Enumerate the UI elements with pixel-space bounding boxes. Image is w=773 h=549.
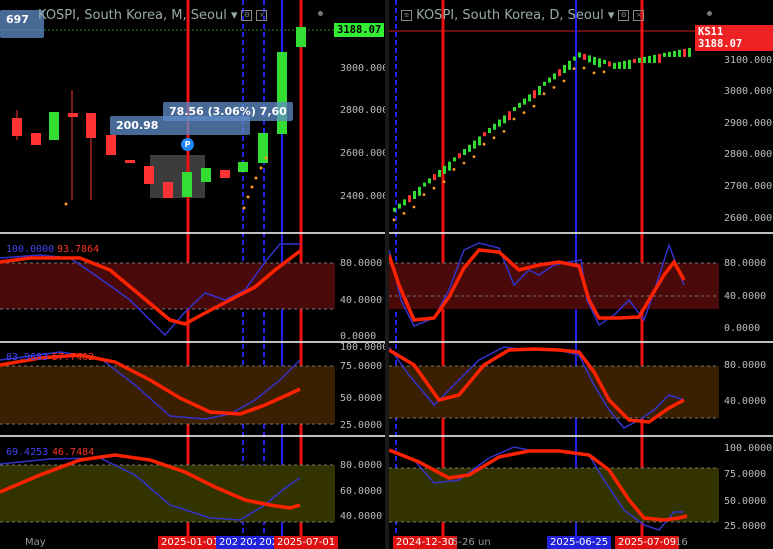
monthly-chart-pane[interactable]: 697 KOSPI, South Korea, M, Seoul ▾ ⚙ × 318…	[0, 0, 385, 549]
osc3-value-red: 46.7484	[52, 447, 95, 458]
chevron-down-icon[interactable]: ▾	[608, 8, 615, 23]
y-tick: 2600.000	[724, 213, 773, 224]
osc1-zone	[0, 263, 335, 309]
osc3-zone	[0, 465, 335, 522]
osc3-tick: 50.0000	[724, 496, 767, 507]
y-tick: 3000.000	[340, 63, 385, 74]
daily-chart-canvas[interactable]	[389, 0, 773, 549]
y-tick: 3100.000	[724, 55, 773, 66]
selection-box	[150, 155, 205, 198]
monthly-chart-title[interactable]: KOSPI, South Korea, M, Seoul ▾ ⚙ ×	[38, 8, 268, 23]
date-marker-blue: 2025-06-25	[547, 536, 612, 549]
x-label: un	[478, 537, 491, 548]
osc3-tick: 80.0000	[340, 460, 383, 471]
y-tick: 3000.000	[724, 86, 773, 97]
osc1-tick: 80.0000	[724, 258, 767, 269]
osc2-value-red: 57.7462	[52, 352, 95, 363]
osc1-tick: 40.0000	[340, 295, 383, 306]
chevron-down-icon[interactable]: ▾	[231, 8, 238, 23]
p-marker-icon[interactable]: P	[181, 138, 194, 151]
date-marker-red: 2025-07-01	[274, 536, 339, 549]
osc1-tick: 80.0000	[340, 258, 383, 269]
osc3-value-blue: 69.4253	[6, 447, 49, 458]
price-label: KS11 3188.07	[695, 25, 773, 51]
y-tick: 2700.000	[724, 181, 773, 192]
settings-icon[interactable]: ⚙	[618, 10, 630, 21]
osc2-value-blue: 83.9683	[6, 352, 49, 363]
osc1-tick: 0.0000	[340, 331, 377, 342]
osc1-value-blue: 100.0000	[6, 244, 55, 255]
y-tick: 2900.000	[724, 118, 773, 129]
measure-tooltip-2: 200.98	[110, 116, 250, 135]
sar-dots	[392, 66, 606, 222]
daily-chart-title[interactable]: ≡ KOSPI, South Korea, D, Seoul ▾ ⚙ ×	[397, 8, 645, 23]
osc2-tick: 80.0000	[724, 360, 767, 371]
candles	[393, 47, 691, 212]
osc2-tick: 50.0000	[340, 393, 383, 404]
osc3-zone	[389, 468, 719, 522]
osc3-tick: 60.0000	[340, 486, 383, 497]
y-tick: 2400.000	[340, 191, 385, 202]
x-label: 5-26	[452, 537, 475, 548]
osc1-tick: 40.0000	[724, 291, 767, 302]
osc2-tick: 25.0000	[340, 420, 383, 431]
price-label: 3188.07	[334, 23, 385, 37]
date-marker-red: 2025-01-01	[158, 536, 223, 549]
status-dot-icon	[318, 11, 323, 16]
monthly-chart-canvas[interactable]	[0, 0, 385, 549]
osc2-zone	[389, 366, 719, 418]
osc2-tick: 75.0000	[340, 361, 383, 372]
osc3-tick: 75.0000	[724, 469, 767, 480]
osc3-tick: 100.0000	[724, 443, 773, 454]
osc2-tick: 40.0000	[724, 396, 767, 407]
y-tick: 2800.000	[724, 149, 773, 160]
osc3-tick: 40.0000	[340, 511, 383, 522]
settings-icon[interactable]: ⚙	[241, 10, 253, 21]
osc1-tick: 0.0000	[724, 323, 761, 334]
x-label: 16	[675, 537, 688, 548]
date-marker-red: 2024-12-30	[393, 536, 458, 549]
y-tick: 2800.000	[340, 105, 385, 116]
y-tick: 2600.000	[340, 148, 385, 159]
close-icon[interactable]: ×	[633, 10, 645, 21]
status-dot-icon	[707, 11, 712, 16]
close-icon[interactable]: ×	[256, 10, 268, 21]
date-marker-red: 2025-07-09	[615, 536, 680, 549]
x-label: May	[25, 537, 46, 548]
daily-chart-pane[interactable]: ≡ KOSPI, South Korea, D, Seoul ▾ ⚙ × KS11 …	[389, 0, 773, 549]
osc3-tick: 25.0000	[724, 521, 767, 532]
chart-icon: ≡	[401, 10, 412, 21]
osc1-value-red: 93.7864	[57, 244, 100, 255]
osc2-tick: 100.0000	[340, 342, 385, 353]
